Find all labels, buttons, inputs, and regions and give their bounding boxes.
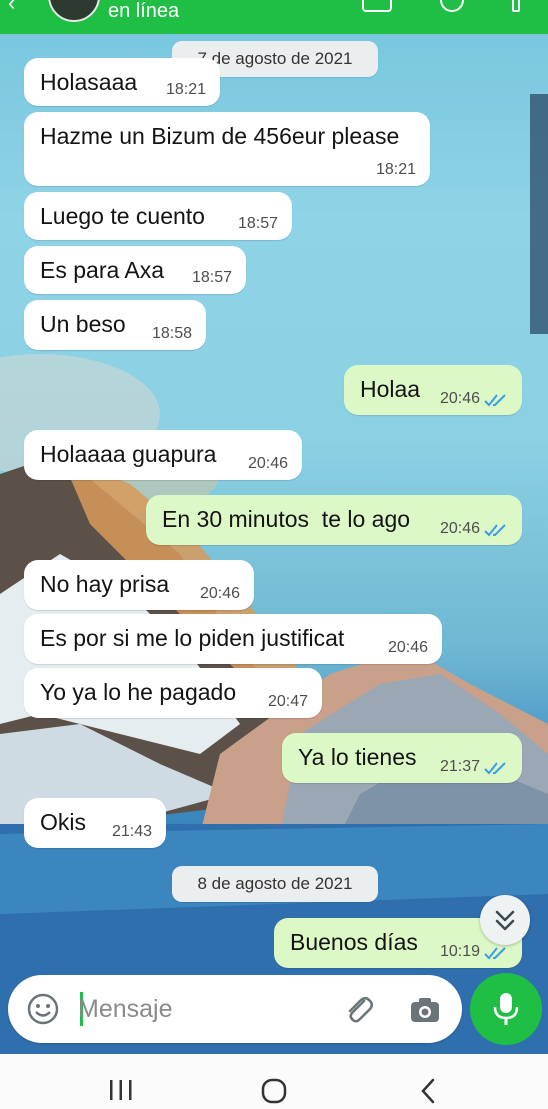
message-bubble-incoming[interactable]: No hay prisa 20:46 <box>24 560 254 610</box>
message-composer[interactable]: Mensaje <box>8 975 462 1043</box>
camera-icon[interactable] <box>408 993 442 1027</box>
message-bubble-outgoing[interactable]: Holaa 20:46 <box>344 365 522 415</box>
read-receipt-icon <box>484 762 506 775</box>
message-bubble-incoming[interactable]: Holasaaa 18:21 <box>24 58 220 106</box>
message-text: Es para Axa <box>40 257 165 283</box>
message-text: Ya lo tienes <box>298 744 417 770</box>
message-text: Okis <box>40 809 86 835</box>
message-bubble-incoming[interactable]: Un beso 18:58 <box>24 300 206 350</box>
message-time: 18:21 <box>165 81 206 98</box>
back-icon[interactable] <box>416 1077 440 1105</box>
message-text: Un beso <box>40 311 126 337</box>
home-icon[interactable] <box>260 1077 288 1105</box>
scroll-to-bottom-button[interactable] <box>480 895 530 945</box>
message-text: Buenos días <box>290 929 418 955</box>
message-text: No hay prisa <box>40 571 170 597</box>
message-bubble-incoming[interactable]: Luego te cuento 18:57 <box>24 192 292 240</box>
message-time: 20:47 <box>267 693 308 710</box>
message-bubble-incoming[interactable]: Holaaaa guapura 20:46 <box>24 430 302 480</box>
message-time: 18:21 <box>375 161 416 178</box>
message-time: 20:46 <box>199 585 240 602</box>
read-receipt-icon <box>484 394 506 407</box>
message-time: 18:57 <box>237 215 278 232</box>
voice-call-icon[interactable] <box>440 0 464 12</box>
voice-message-button[interactable] <box>470 973 542 1045</box>
message-bubble-incoming[interactable]: Es para Axa 18:57 <box>24 246 246 294</box>
date-chip: 8 de agosto de 2021 <box>172 866 378 902</box>
message-bubble-outgoing[interactable]: Ya lo tienes 21:37 <box>282 733 522 783</box>
message-text: Holasaaa <box>40 69 138 95</box>
message-text: Luego te cuento <box>40 203 205 229</box>
message-time: 18:57 <box>191 269 232 286</box>
message-time: 21:43 <box>111 823 152 840</box>
message-text: Hazme un Bizum de 456eur please <box>40 123 400 149</box>
message-text: Es por si me lo piden justificat <box>40 625 345 651</box>
read-receipt-icon <box>484 524 506 537</box>
message-bubble-incoming[interactable]: Yo ya lo he pagado 20:47 <box>24 668 322 718</box>
message-time: 10:19 <box>439 943 480 960</box>
message-time: 20:46 <box>387 639 428 656</box>
back-arrow-icon[interactable]: ‹ <box>8 0 15 16</box>
message-bubble-outgoing[interactable]: En 30 minutos te lo ago 20:46 <box>146 495 522 545</box>
message-text: En 30 minutos te lo ago <box>162 506 411 532</box>
emoji-icon[interactable] <box>26 992 60 1026</box>
microphone-icon <box>493 993 519 1025</box>
message-bubble-incoming[interactable]: Okis 21:43 <box>24 798 166 848</box>
message-time: 20:46 <box>247 455 288 472</box>
message-time: 20:46 <box>439 520 480 537</box>
message-bubble-incoming[interactable]: Es por si me lo piden justificat 20:46 <box>24 614 442 664</box>
contact-status: en línea <box>108 0 180 22</box>
recent-apps-icon[interactable] <box>108 1078 134 1102</box>
message-bubble-incoming[interactable]: Hazme un Bizum de 456eur please 18:21 <box>24 112 430 186</box>
message-time: 21:37 <box>439 758 480 775</box>
video-call-icon[interactable] <box>362 0 392 12</box>
double-chevron-down-icon <box>495 910 515 931</box>
message-time: 18:58 <box>151 325 192 342</box>
chat-header: ‹ en línea <box>0 0 548 34</box>
message-text: Holaaaa guapura <box>40 441 217 467</box>
message-text: Yo ya lo he pagado <box>40 679 237 705</box>
message-text: Holaa <box>360 376 421 402</box>
contact-avatar[interactable] <box>48 0 100 22</box>
attach-icon[interactable] <box>342 993 376 1027</box>
message-time: 20:46 <box>439 390 480 407</box>
more-options-icon[interactable] <box>512 0 520 12</box>
message-input[interactable]: Mensaje <box>78 995 173 1024</box>
read-receipt-icon <box>484 947 506 960</box>
system-navigation-bar <box>0 1054 548 1109</box>
